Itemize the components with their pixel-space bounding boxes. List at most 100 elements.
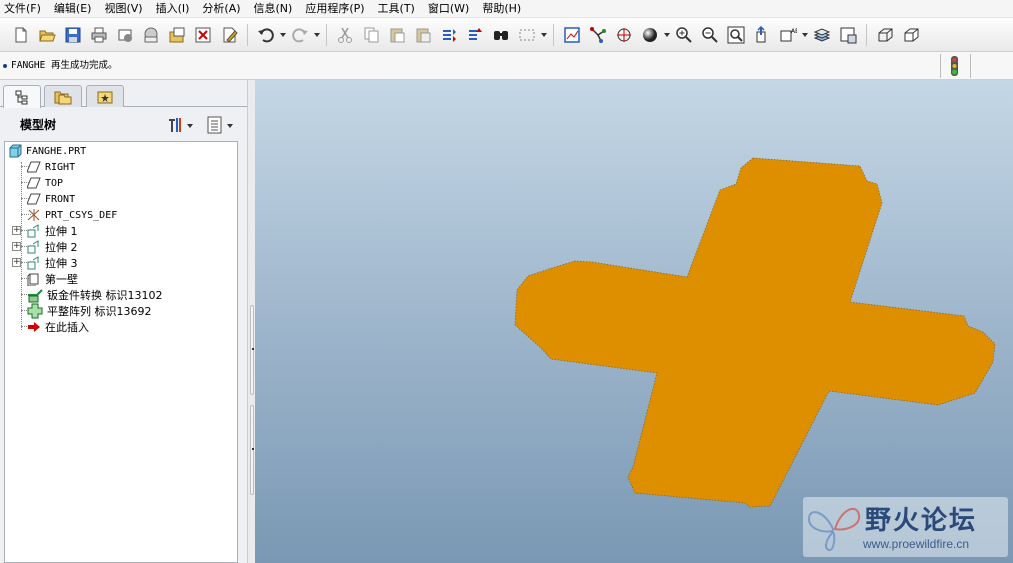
tree-item-insert-here[interactable]: 在此插入	[27, 319, 89, 335]
refit-icon[interactable]	[723, 22, 749, 48]
menu-tools[interactable]: 工具(T)	[374, 0, 424, 18]
datum-plane-icon	[27, 193, 41, 205]
status-traffic-light-icon[interactable]	[950, 56, 959, 76]
message-text: FANGHE 再生成功完成。	[11, 60, 118, 71]
layers-icon[interactable]	[809, 22, 835, 48]
copy-icon[interactable]	[358, 22, 384, 48]
insert-here-arrow-icon	[28, 322, 40, 332]
undo-icon[interactable]	[253, 22, 279, 48]
edit-definition-icon[interactable]	[216, 22, 242, 48]
wireframe-icon[interactable]	[872, 22, 898, 48]
saved-views-icon[interactable]: AB	[775, 22, 801, 48]
toolbar-separator	[866, 23, 867, 46]
divider	[940, 54, 941, 78]
undo-dropdown[interactable]	[279, 22, 287, 48]
tab-folder-browser[interactable]	[44, 85, 82, 107]
regenerate-icon[interactable]	[436, 22, 462, 48]
open-file-icon[interactable]	[34, 22, 60, 48]
graphics-window[interactable]	[255, 80, 1013, 563]
select-box-icon[interactable]	[514, 22, 540, 48]
redo-icon[interactable]	[287, 22, 313, 48]
print-icon[interactable]	[86, 22, 112, 48]
shading-icon[interactable]	[637, 22, 663, 48]
menu-view[interactable]: 视图(V)	[100, 0, 151, 18]
send-mail-icon[interactable]	[112, 22, 138, 48]
tree-item-sheetmetal-conversion[interactable]: 钣金件转换 标识13102	[27, 287, 163, 303]
tree-item-label: 拉伸 1	[45, 225, 78, 238]
menu-insert[interactable]: 插入(I)	[152, 0, 199, 18]
tree-item-top[interactable]: TOP	[27, 175, 63, 191]
rename-icon[interactable]	[164, 22, 190, 48]
butterfly-logo-icon	[807, 507, 861, 552]
splitter-grip[interactable]	[250, 305, 254, 395]
tree-item-first-wall[interactable]: 第一壁	[27, 271, 78, 287]
tree-item-extrude-2[interactable]: 拉伸 2	[27, 239, 78, 255]
mail-icon[interactable]	[138, 22, 164, 48]
shading-dropdown[interactable]	[663, 22, 671, 48]
model-tree-icon	[15, 90, 28, 105]
datum-axis-icon[interactable]	[585, 22, 611, 48]
select-dropdown[interactable]	[540, 22, 548, 48]
tree-item-root[interactable]: FANGHE.PRT	[8, 143, 86, 159]
regenerate-manager-icon[interactable]	[462, 22, 488, 48]
tree-item-front[interactable]: FRONT	[27, 191, 75, 207]
tree-item-extrude-1[interactable]: 拉伸 1	[27, 223, 78, 239]
expand-icon[interactable]: +	[12, 258, 21, 267]
cut-icon[interactable]	[332, 22, 358, 48]
tree-item-label: FRONT	[45, 193, 76, 205]
close-window-icon[interactable]	[190, 22, 216, 48]
paste-special-icon[interactable]	[410, 22, 436, 48]
view-manager-icon[interactable]	[835, 22, 861, 48]
model-view[interactable]	[255, 80, 1013, 563]
cross-sheetmetal-part[interactable]	[514, 157, 996, 508]
paste-icon[interactable]	[384, 22, 410, 48]
menu-analysis[interactable]: 分析(A)	[198, 0, 249, 18]
watermark-title: 野火论坛	[865, 506, 978, 536]
menu-window[interactable]: 窗口(W)	[424, 0, 478, 18]
save-icon[interactable]	[60, 22, 86, 48]
menu-file[interactable]: 文件(F)	[0, 0, 50, 18]
spin-center-icon[interactable]	[611, 22, 637, 48]
tree-show-button[interactable]	[206, 115, 234, 135]
find-icon[interactable]	[488, 22, 514, 48]
tree-item-right[interactable]: RIGHT	[27, 159, 75, 175]
menu-edit[interactable]: 编辑(E)	[50, 0, 101, 18]
datum-display-icon[interactable]	[559, 22, 585, 48]
menu-info[interactable]: 信息(N)	[250, 0, 302, 18]
chevron-down-icon	[186, 112, 194, 138]
menu-applications[interactable]: 应用程序(P)	[301, 0, 373, 18]
panel-splitter[interactable]	[247, 80, 255, 563]
tree-tools-button[interactable]	[166, 115, 194, 135]
saved-views-dropdown[interactable]	[801, 22, 809, 48]
folder-browser-icon	[54, 91, 72, 104]
main-toolbar: AB	[0, 18, 1013, 52]
tools-icon	[169, 118, 181, 132]
datum-plane-icon	[27, 161, 41, 173]
hidden-line-icon[interactable]	[898, 22, 924, 48]
tree-item-label: TOP	[45, 177, 64, 189]
zoom-in-icon[interactable]	[671, 22, 697, 48]
zoom-out-icon[interactable]	[697, 22, 723, 48]
csys-icon	[27, 209, 40, 221]
toolbar-separator	[553, 23, 554, 46]
tab-model-tree[interactable]	[3, 85, 41, 108]
tree-item-csys[interactable]: PRT_CSYS_DEF	[27, 207, 117, 223]
reorient-icon[interactable]	[749, 22, 775, 48]
watermark-url: www.proewildfire.cn	[863, 537, 970, 551]
message-line: FANGHE 再生成功完成。	[3, 57, 118, 71]
tree-item-extrude-3[interactable]: 拉伸 3	[27, 255, 78, 271]
redo-dropdown[interactable]	[313, 22, 321, 48]
expand-icon[interactable]: +	[12, 242, 21, 251]
toolbar-separator	[326, 23, 327, 46]
splitter-grip[interactable]	[250, 405, 254, 495]
tree-item-label: 在此插入	[45, 321, 89, 334]
message-area: FANGHE 再生成功完成。	[0, 52, 1013, 80]
tab-favorites[interactable]	[86, 85, 124, 107]
new-file-icon[interactable]	[8, 22, 34, 48]
svg-text:AB: AB	[791, 28, 797, 35]
tree-item-flatten-pattern[interactable]: 平整阵列 标识13692	[27, 303, 152, 319]
expand-icon[interactable]: +	[12, 226, 21, 235]
menu-help[interactable]: 帮助(H)	[478, 0, 530, 18]
extrude-icon	[27, 256, 39, 270]
chevron-down-icon	[226, 112, 234, 138]
